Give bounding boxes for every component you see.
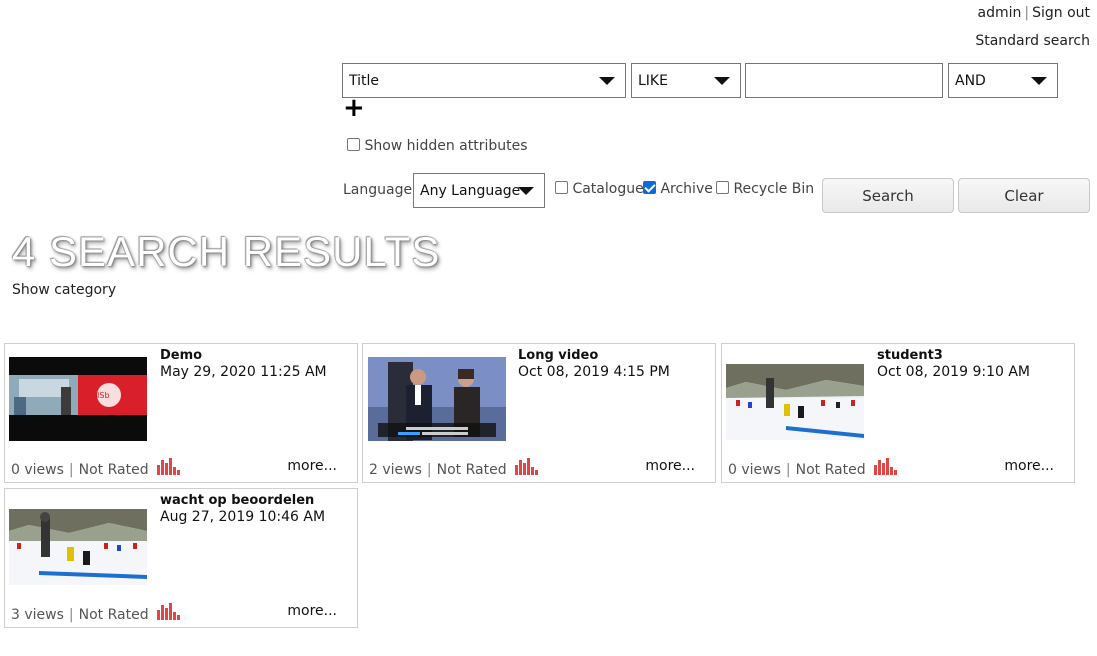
result-date: May 29, 2020 11:25 AM: [160, 364, 327, 380]
catalogue-option[interactable]: Catalogue: [555, 181, 644, 197]
result-date: Oct 08, 2019 9:10 AM: [877, 364, 1030, 380]
chevron-down-icon: [518, 187, 534, 195]
conjunction-select[interactable]: AND: [948, 63, 1058, 98]
view-count: 3 views: [11, 607, 64, 623]
result-stats: 2 views | Not Rated: [369, 458, 539, 478]
result-stats: 0 views | Not Rated: [728, 458, 898, 478]
archive-option[interactable]: Archive: [643, 181, 713, 197]
result-date: Aug 27, 2019 10:46 AM: [160, 509, 326, 525]
result-card: Long video Oct 08, 2019 4:15 PM 2 views |…: [362, 343, 716, 483]
result-stats: 3 views | Not Rated: [11, 603, 181, 623]
more-link[interactable]: more...: [1004, 458, 1054, 474]
rating-status: Not Rated: [78, 462, 149, 478]
recycle-bin-option[interactable]: Recycle Bin: [716, 181, 814, 197]
result-card: ISb Demo May 29, 2020 11:25 AM 0 views | N…: [4, 343, 358, 483]
show-hidden-option[interactable]: Show hidden attributes: [347, 138, 528, 154]
chevron-down-icon: [1031, 77, 1047, 85]
recycle-bin-label: Recycle Bin: [733, 181, 815, 197]
search-button[interactable]: Search: [822, 178, 954, 213]
conjunction-select-value: AND: [955, 72, 986, 89]
video-thumbnail[interactable]: ISb: [9, 357, 147, 441]
field-select[interactable]: Title: [342, 63, 626, 98]
chevron-down-icon: [599, 77, 615, 85]
result-title[interactable]: Long video: [518, 348, 598, 363]
result-title[interactable]: student3: [877, 348, 943, 363]
operator-select[interactable]: LIKE: [631, 63, 741, 98]
user-bar: admin | Sign out: [977, 5, 1090, 21]
result-title[interactable]: wacht op beoordelen: [160, 493, 314, 508]
recycle-bin-checkbox[interactable]: [716, 181, 729, 194]
separator: |: [785, 462, 791, 478]
catalogue-checkbox[interactable]: [555, 181, 568, 194]
view-count: 2 views: [369, 462, 422, 478]
language-label: Language:: [343, 182, 417, 198]
language-select-value: Any Language: [420, 182, 521, 199]
bar-chart-icon: [156, 458, 181, 475]
view-count: 0 views: [11, 462, 64, 478]
result-card: wacht op beoordelen Aug 27, 2019 10:46 A…: [4, 488, 358, 628]
result-date: Oct 08, 2019 4:15 PM: [518, 364, 670, 380]
search-value-input[interactable]: [745, 63, 943, 98]
more-link[interactable]: more...: [287, 603, 337, 619]
results-heading: 4 SEARCH RESULTS: [12, 228, 441, 275]
rating-status: Not Rated: [436, 462, 507, 478]
bar-chart-icon: [514, 458, 539, 475]
signout-link[interactable]: Sign out: [1032, 5, 1090, 21]
more-link[interactable]: more...: [645, 458, 695, 474]
show-hidden-checkbox[interactable]: [347, 138, 360, 151]
separator: |: [68, 607, 74, 623]
result-title[interactable]: Demo: [160, 348, 202, 363]
more-link[interactable]: more...: [287, 458, 337, 474]
clear-button[interactable]: Clear: [958, 178, 1090, 213]
archive-label: Archive: [660, 181, 713, 197]
svg-text:ISb: ISb: [97, 391, 110, 400]
separator: |: [1024, 5, 1030, 21]
operator-select-value: LIKE: [638, 72, 668, 89]
catalogue-label: Catalogue: [572, 181, 644, 197]
show-hidden-label: Show hidden attributes: [364, 138, 528, 154]
rating-status: Not Rated: [78, 607, 149, 623]
video-thumbnail[interactable]: [368, 357, 506, 441]
show-category-link[interactable]: Show category: [12, 282, 116, 298]
bar-chart-icon: [156, 603, 181, 620]
result-card: student3 Oct 08, 2019 9:10 AM 0 views | No…: [721, 343, 1075, 483]
user-link[interactable]: admin: [977, 5, 1021, 21]
chevron-down-icon: [714, 77, 730, 85]
view-count: 0 views: [728, 462, 781, 478]
add-criteria-icon[interactable]: +: [343, 94, 365, 122]
field-select-value: Title: [349, 72, 380, 89]
video-thumbnail[interactable]: [726, 364, 864, 440]
language-select[interactable]: Any Language: [413, 173, 545, 208]
bar-chart-icon: [873, 458, 898, 475]
rating-status: Not Rated: [795, 462, 866, 478]
archive-checkbox[interactable]: [643, 181, 656, 194]
video-thumbnail[interactable]: [9, 509, 147, 585]
result-stats: 0 views | Not Rated: [11, 458, 181, 478]
standard-search-link[interactable]: Standard search: [975, 33, 1090, 49]
separator: |: [68, 462, 74, 478]
separator: |: [426, 462, 432, 478]
